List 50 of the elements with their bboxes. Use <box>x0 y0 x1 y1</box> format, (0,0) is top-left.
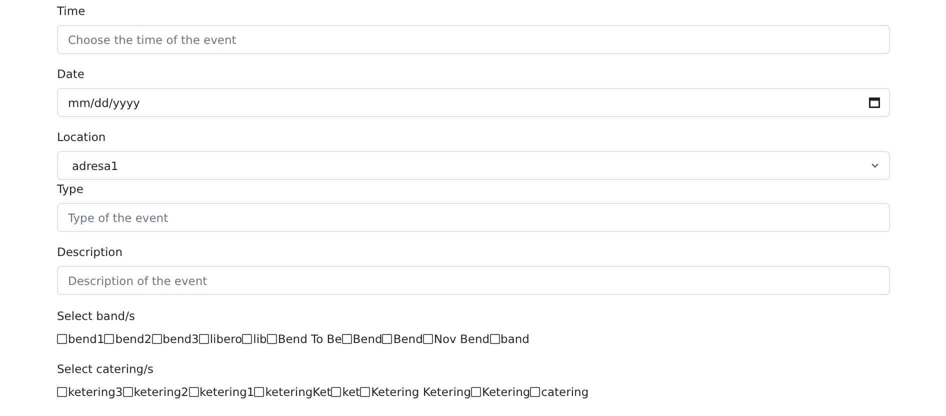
group-label: Select catering/s <box>57 361 154 378</box>
text-field[interactable]: Type of the event <box>57 203 890 232</box>
checkbox[interactable] <box>331 387 342 397</box>
checkbox-label[interactable]: catering <box>541 383 589 401</box>
checkbox-label[interactable]: bend2 <box>115 330 152 348</box>
checkbox[interactable] <box>342 334 352 344</box>
text-field[interactable]: Choose the time of the event <box>57 25 890 54</box>
checkbox[interactable] <box>152 334 162 344</box>
checkbox-label[interactable]: ketering1 <box>200 383 254 401</box>
checkbox-label[interactable]: Ketering <box>482 383 530 401</box>
checkbox-label[interactable]: Nov Bend <box>434 330 490 348</box>
checkbox-label[interactable]: bend3 <box>162 330 199 348</box>
checkbox-label[interactable]: bend1 <box>68 330 104 348</box>
checkbox[interactable] <box>122 387 133 397</box>
checkbox[interactable] <box>57 334 67 344</box>
text-field[interactable]: Description of the event <box>57 266 890 295</box>
checkbox-label[interactable]: Ketering Ketering <box>371 383 472 401</box>
date-field[interactable]: mm/dd/yyyy <box>57 88 890 117</box>
field-label: Time <box>57 3 86 20</box>
checkbox[interactable] <box>360 387 370 397</box>
checkbox[interactable] <box>490 334 500 344</box>
checkbox-label[interactable]: Bend <box>352 330 382 348</box>
checkbox-label[interactable]: band <box>500 330 530 348</box>
checkbox-label[interactable]: libero <box>210 330 242 348</box>
checkbox-label[interactable]: ket <box>342 383 360 401</box>
checkbox-label[interactable]: keteringKet <box>265 383 332 401</box>
checkbox[interactable] <box>198 334 209 344</box>
checkbox[interactable] <box>242 334 252 344</box>
checkbox[interactable] <box>422 334 433 344</box>
checkbox[interactable] <box>266 334 277 344</box>
group-label: Select band/s <box>57 308 136 325</box>
checkbox-label[interactable]: ketering3 <box>68 383 123 401</box>
checkbox-label[interactable]: ketering2 <box>134 383 188 401</box>
checkbox[interactable] <box>254 387 264 397</box>
field-label: Date <box>57 66 86 83</box>
checkbox[interactable] <box>530 387 540 397</box>
checkbox[interactable] <box>104 334 114 344</box>
field-label: Type <box>57 181 84 198</box>
field-label: Description <box>57 244 124 261</box>
calendar-icon[interactable] <box>869 97 880 108</box>
checkbox[interactable] <box>188 387 198 397</box>
checkbox[interactable] <box>382 334 392 344</box>
field-label: Location <box>57 129 107 146</box>
checkbox[interactable] <box>471 387 482 397</box>
checkbox[interactable] <box>57 387 67 397</box>
checkbox-label[interactable]: lib <box>253 330 267 348</box>
checkbox-label[interactable]: Bend <box>393 330 423 348</box>
location-select[interactable]: adresa1 <box>57 151 890 180</box>
chevron-down-icon <box>871 163 879 168</box>
checkbox-label[interactable]: Bend To Be <box>278 330 342 348</box>
